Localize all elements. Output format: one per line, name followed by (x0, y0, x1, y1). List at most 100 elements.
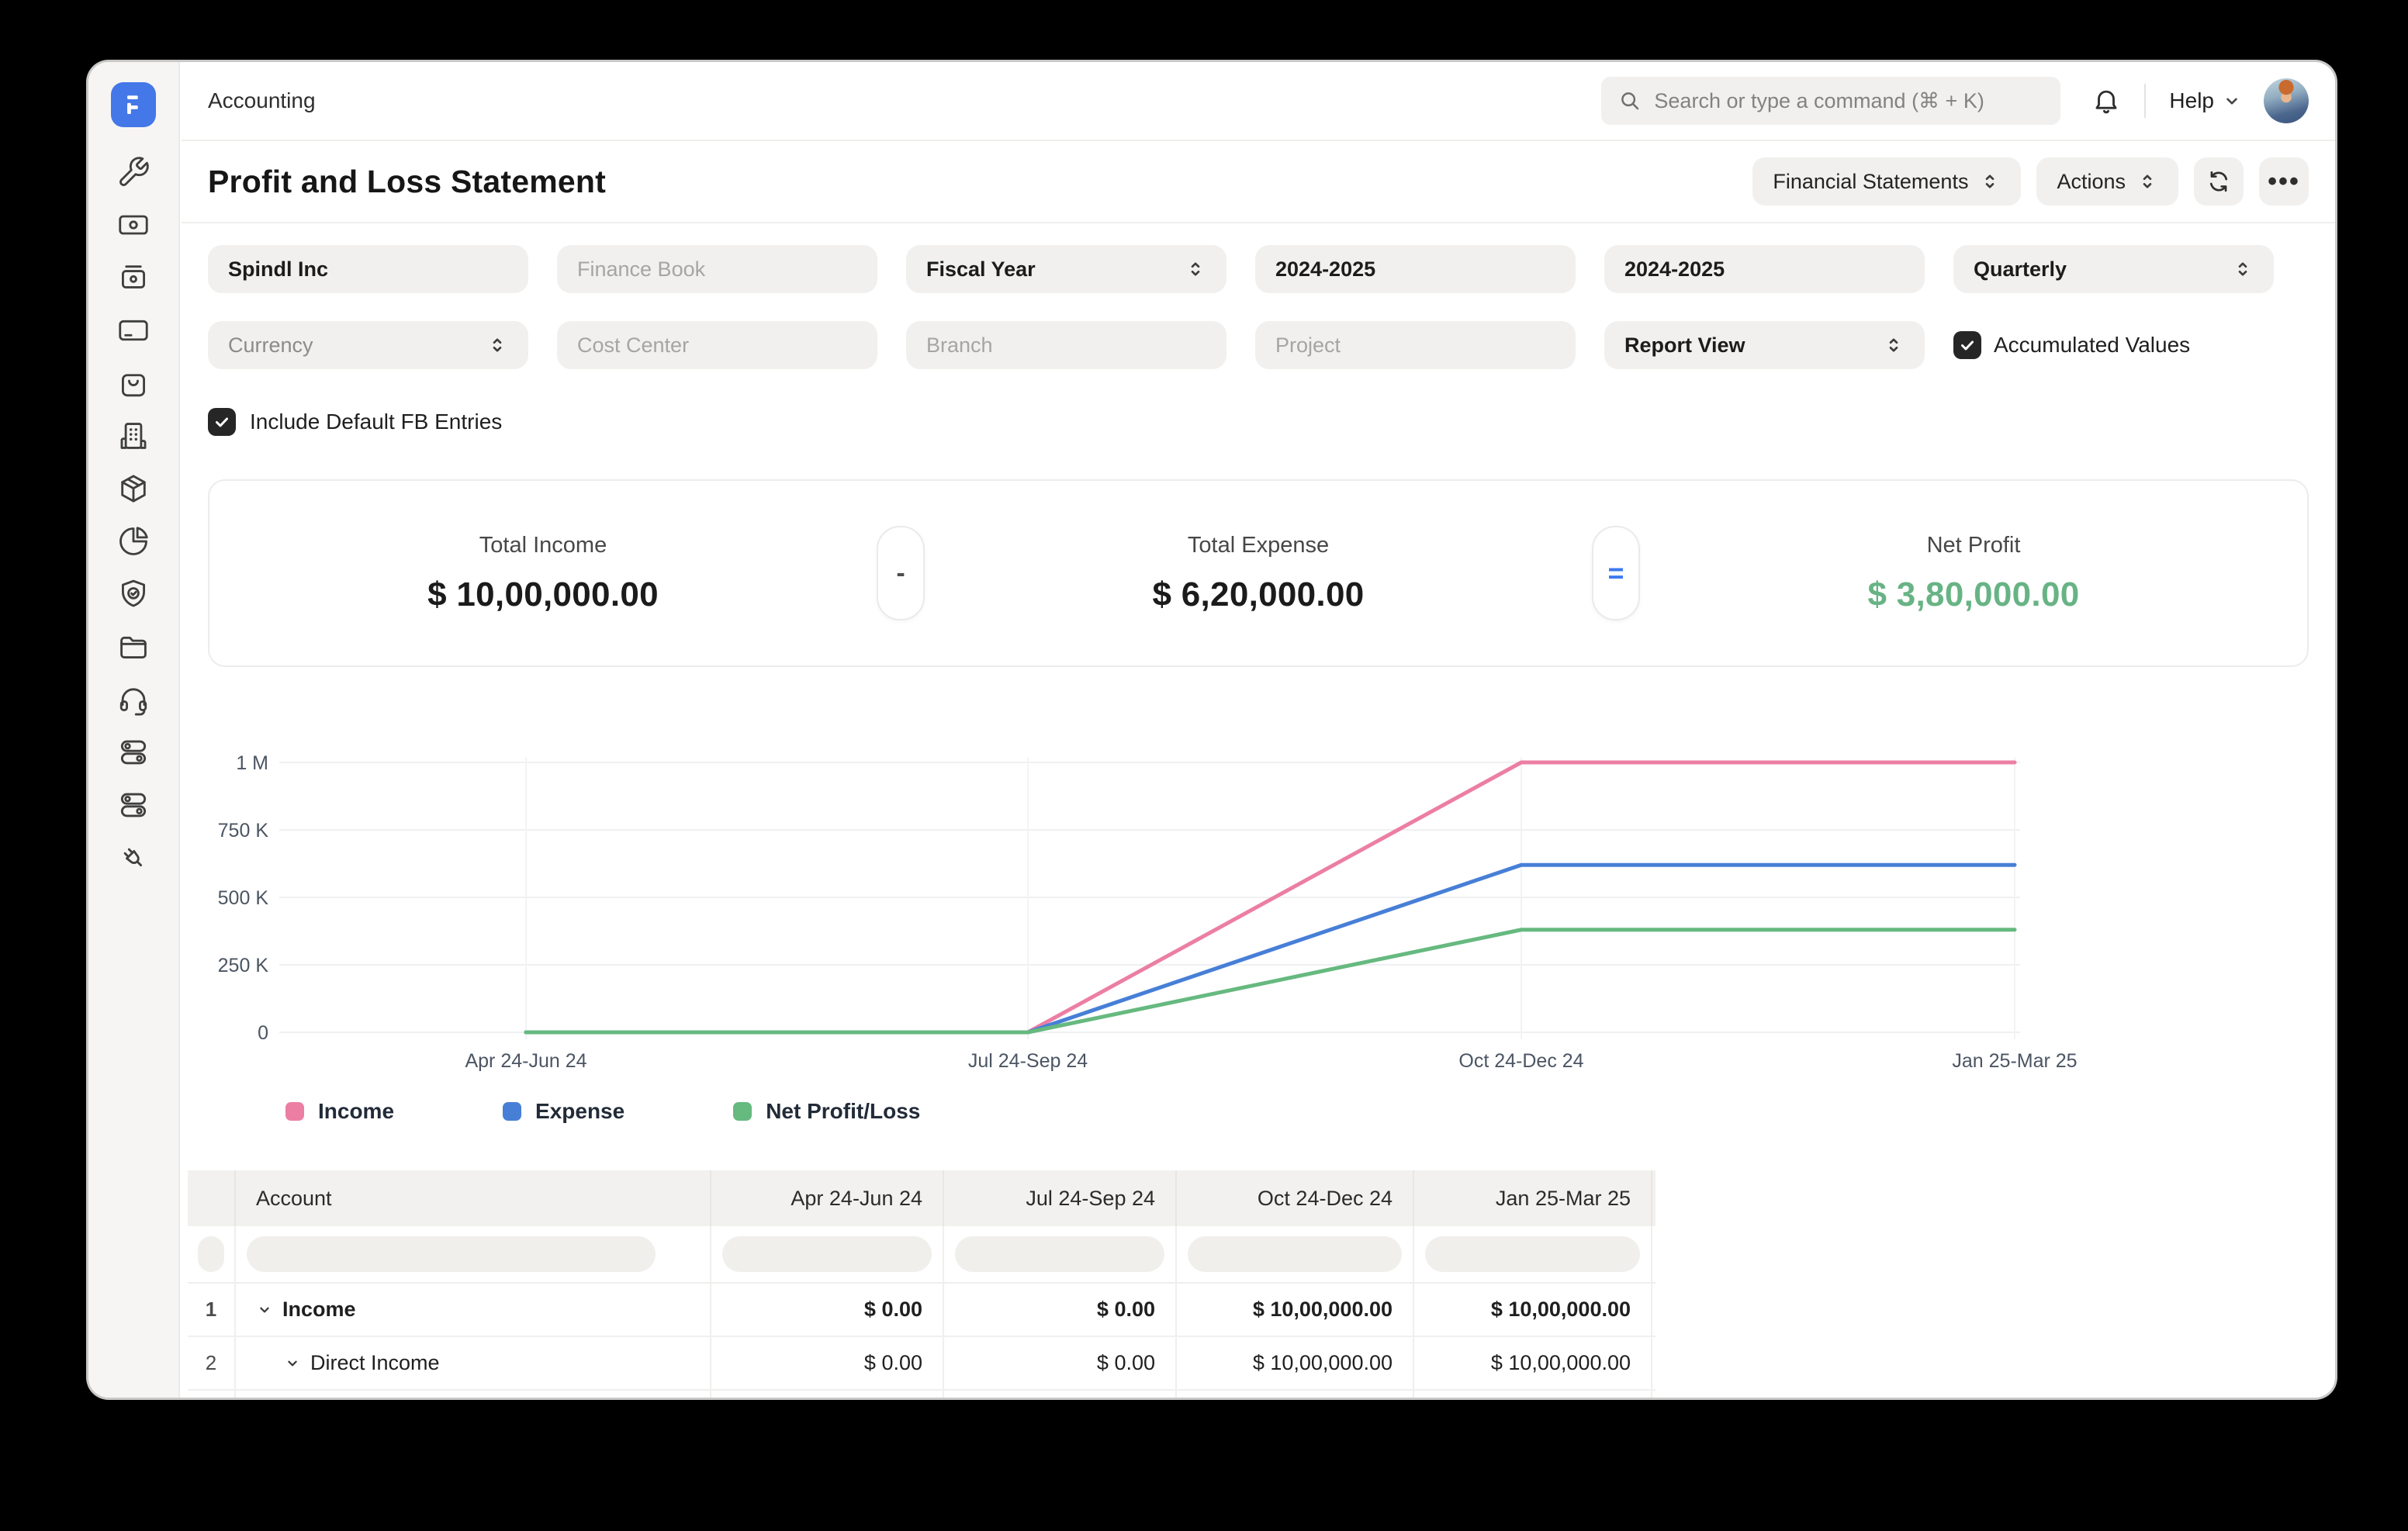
svg-text:1 M: 1 M (236, 752, 268, 774)
report-group-button[interactable]: Financial Statements (1752, 157, 2021, 206)
shield-check-icon (116, 577, 150, 611)
account-cell[interactable]: Direct Income (236, 1337, 711, 1389)
archive-icon (116, 261, 150, 295)
amount-cell: $ 0.00 (944, 1337, 1177, 1389)
search-icon (1618, 89, 1642, 112)
account-filter-input[interactable] (247, 1236, 656, 1272)
svg-text:Jan 25-Mar 25: Jan 25-Mar 25 (1952, 1050, 2077, 1072)
topbar: Accounting Search or type a command (⌘ +… (182, 62, 2335, 141)
help-menu[interactable]: Help (2169, 88, 2242, 113)
amount-cell: $ 0.00 (711, 1337, 944, 1389)
erpnext-logo[interactable] (111, 82, 156, 127)
amount-cell: $ 0.00 (711, 1391, 944, 1398)
bell-icon (2091, 86, 2121, 116)
amount-cell: $ 10,00,000.00 (1177, 1391, 1414, 1398)
filter-periodicity[interactable]: Quarterly (1953, 245, 2274, 293)
filter-company[interactable]: Spindl Inc (208, 245, 528, 293)
amount-cell: $ 10,00,000.00 (1414, 1391, 1652, 1398)
total-income-value: $ 10,00,000.00 (427, 575, 659, 614)
sidebar-item-package-icon[interactable] (115, 470, 152, 507)
actions-button[interactable]: Actions (2036, 157, 2178, 206)
accumulated-values-checkbox[interactable] (1953, 331, 1981, 359)
account-cell[interactable]: Sales (236, 1391, 711, 1398)
filter-report-view-text: Report View (1624, 334, 1745, 358)
sidebar-item-toggles-icon-2[interactable] (115, 786, 152, 824)
table-header-row: AccountApr 24-Jun 24Jul 24-Sep 24Oct 24-… (188, 1170, 1656, 1226)
filter-company-text: Spindl Inc (228, 257, 328, 282)
sidebar-item-cash-icon[interactable] (115, 206, 152, 244)
row-number: 2 (188, 1337, 236, 1389)
app-label: Accounting (208, 88, 316, 113)
more-menu-button[interactable]: ••• (2259, 157, 2309, 206)
sidebar-item-archive-icon[interactable] (115, 259, 152, 296)
filter-input[interactable] (198, 1236, 224, 1272)
expand-caret-icon[interactable] (284, 1355, 301, 1372)
credit-card-icon (116, 313, 150, 347)
column-filter-input[interactable] (1425, 1236, 1640, 1272)
legend-item-expense[interactable]: Expense (503, 1099, 624, 1124)
sidebar-item-tools-icon[interactable] (115, 154, 152, 191)
summary-card: Total Income $ 10,00,000.00 - Total Expe… (208, 479, 2309, 667)
total-expense-value: $ 6,20,000.00 (1152, 575, 1364, 614)
filter-branch[interactable]: Branch (906, 321, 1226, 369)
legend-marker (285, 1102, 304, 1121)
chart-svg: 0250 K500 K750 K1 MApr 24-Jun 24Jul 24-S… (208, 735, 2309, 1077)
total-expense-label: Total Expense (1188, 533, 1329, 558)
sidebar-item-credit-card-icon[interactable] (115, 312, 152, 349)
headset-icon (116, 683, 150, 717)
filter-currency[interactable]: Currency (208, 321, 528, 369)
value-filter-cell (1414, 1226, 1652, 1282)
table-filter-row (188, 1226, 1656, 1284)
column-filter-input[interactable] (722, 1236, 932, 1272)
column-header-jan-25-mar-25[interactable]: Jan 25-Mar 25 (1414, 1170, 1652, 1226)
filter-row-1: Spindl Inc Finance Book Fiscal Year 2024-20… (208, 245, 2309, 293)
filter-report-view[interactable]: Report View (1604, 321, 1925, 369)
amount-cell: $ 0.00 (944, 1391, 1177, 1398)
column-header-apr-24-jun-24[interactable]: Apr 24-Jun 24 (711, 1170, 944, 1226)
value-filter-cell (1177, 1226, 1414, 1282)
user-avatar[interactable] (2264, 78, 2309, 123)
sidebar-item-pie-chart-icon[interactable] (115, 523, 152, 560)
search-input[interactable]: Search or type a command (⌘ + K) (1601, 77, 2060, 125)
column-header-oct-24-dec-24[interactable]: Oct 24-Dec 24 (1177, 1170, 1414, 1226)
chevron-sort-icon (2136, 171, 2158, 192)
net-profit-label: Net Profit (1927, 533, 2021, 558)
building-icon (116, 419, 150, 453)
filter-to-fiscal-year[interactable]: 2024-2025 (1604, 245, 1925, 293)
filter-period-basis[interactable]: Fiscal Year (906, 245, 1226, 293)
filter-finance-book[interactable]: Finance Book (557, 245, 877, 293)
column-filter-input[interactable] (955, 1236, 1164, 1272)
filter-project[interactable]: Project (1255, 321, 1576, 369)
title-actions: Financial Statements Actions (1752, 157, 2309, 206)
filter-cost-center[interactable]: Cost Center (557, 321, 877, 369)
sidebar-item-headset-icon[interactable] (115, 681, 152, 718)
include-default-fb-checkbox[interactable] (208, 408, 236, 436)
filter-from-fiscal-year[interactable]: 2024-2025 (1255, 245, 1576, 293)
search-placeholder: Search or type a command (⌘ + K) (1654, 89, 1984, 113)
legend-item-income[interactable]: Income (285, 1099, 394, 1124)
sidebar-item-folder-icon[interactable] (115, 628, 152, 665)
svg-text:Jul 24-Sep 24: Jul 24-Sep 24 (968, 1050, 1088, 1072)
report-content: Spindl Inc Finance Book Fiscal Year 2024-20… (182, 245, 2335, 1398)
sidebar-item-plug-icon[interactable] (115, 839, 152, 876)
column-filter-input[interactable] (1188, 1236, 1402, 1272)
sidebar-item-building-icon[interactable] (115, 417, 152, 454)
sidebar-item-toggles-icon[interactable] (115, 734, 152, 771)
account-name: Income (282, 1298, 356, 1322)
chevron-down-icon (2222, 91, 2242, 111)
sidebar-item-shopping-bag-icon[interactable] (115, 365, 152, 402)
folder-icon (116, 630, 150, 664)
svg-text:500 K: 500 K (218, 887, 269, 909)
row-number: 3 (188, 1391, 236, 1398)
expand-caret-icon[interactable] (256, 1301, 273, 1318)
column-header-account[interactable]: Account (236, 1170, 711, 1226)
filter-branch-text: Branch (926, 334, 993, 358)
sidebar-item-shield-check-icon[interactable] (115, 575, 152, 613)
legend-item-net-profit-loss[interactable]: Net Profit/Loss (733, 1099, 920, 1124)
refresh-button[interactable] (2194, 157, 2244, 206)
column-header-jul-24-sep-24[interactable]: Jul 24-Sep 24 (944, 1170, 1177, 1226)
notifications-button[interactable] (2091, 86, 2121, 116)
account-filter-cell (236, 1226, 711, 1282)
account-cell[interactable]: Income (236, 1284, 711, 1336)
table-row-direct-income: 2Direct Income$ 0.00$ 0.00$ 10,00,000.00… (188, 1337, 1656, 1391)
